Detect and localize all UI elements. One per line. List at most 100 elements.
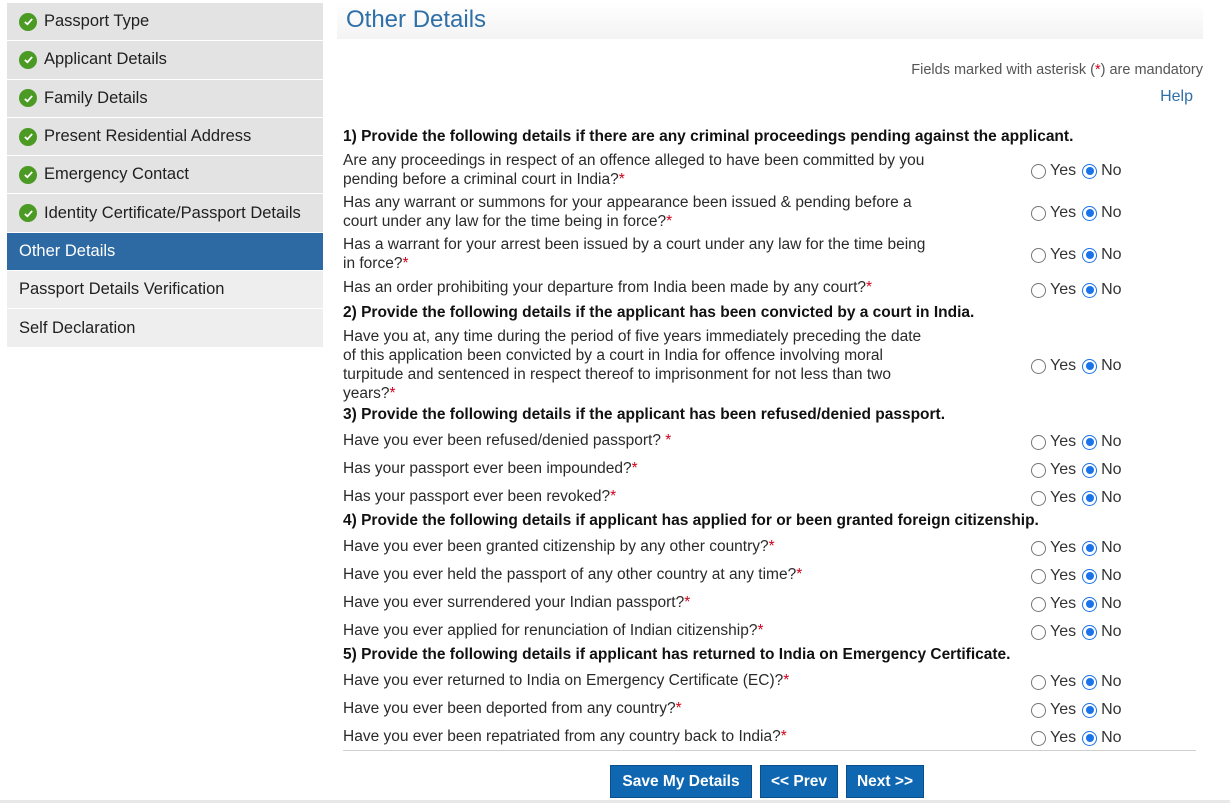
option-label: Yes <box>1050 729 1077 746</box>
radio-yes[interactable] <box>1031 163 1046 179</box>
option-no[interactable]: No <box>1082 489 1122 507</box>
option-yes[interactable]: Yes <box>1031 204 1076 222</box>
radio-no-selected[interactable] <box>1082 624 1098 640</box>
radio-no-selected[interactable] <box>1082 462 1098 478</box>
sidebar-item-label: Present Residential Address <box>44 127 252 146</box>
radio-yes[interactable] <box>1031 490 1046 506</box>
option-no[interactable]: No <box>1082 729 1122 747</box>
sidebar-item-self-declaration[interactable]: Self Declaration <box>7 309 323 348</box>
option-yes[interactable]: Yes <box>1031 729 1076 747</box>
option-yes[interactable]: Yes <box>1031 701 1076 719</box>
question-renunciation: Have you ever applied for renunciation o… <box>343 621 963 640</box>
radio-no-selected[interactable] <box>1082 358 1098 374</box>
option-no[interactable]: No <box>1082 461 1122 479</box>
option-label: No <box>1101 281 1122 298</box>
option-yes[interactable]: Yes <box>1031 489 1076 507</box>
radio-yes[interactable] <box>1031 247 1046 263</box>
title-bar: Other Details <box>337 3 1203 39</box>
question-text: Has your passport ever been impounded? <box>343 460 632 477</box>
option-no[interactable]: No <box>1082 673 1122 691</box>
sidebar-item-family-details[interactable]: Family Details <box>7 79 323 118</box>
option-label: Yes <box>1050 539 1077 556</box>
option-no[interactable]: No <box>1082 595 1122 613</box>
radio-no-selected[interactable] <box>1082 568 1098 584</box>
next-button[interactable]: Next >> <box>846 765 924 798</box>
option-yes[interactable]: Yes <box>1031 567 1076 585</box>
question-granted-citizenship: Have you ever been granted citizenship b… <box>343 537 963 556</box>
radio-no-selected[interactable] <box>1082 282 1098 298</box>
radio-yes[interactable] <box>1031 730 1046 746</box>
radio-no-selected[interactable] <box>1082 702 1098 718</box>
radio-no-selected[interactable] <box>1082 205 1098 221</box>
option-yes[interactable]: Yes <box>1031 623 1076 641</box>
mandatory-note-suffix: ) are mandatory <box>1100 62 1203 78</box>
sidebar-item-label: Passport Type <box>44 12 150 31</box>
required-star: * <box>631 460 638 477</box>
radio-yes[interactable] <box>1031 702 1046 718</box>
sidebar-item-applicant-details[interactable]: Applicant Details <box>7 41 323 80</box>
option-no[interactable]: No <box>1082 567 1122 585</box>
sidebar-item-label: Other Details <box>19 241 116 260</box>
mandatory-note-prefix: Fields marked with asterisk ( <box>911 62 1095 78</box>
option-yes[interactable]: Yes <box>1031 539 1076 557</box>
sidebar-item-passport-details-verification[interactable]: Passport Details Verification <box>7 271 323 310</box>
radio-no-selected[interactable] <box>1082 163 1098 179</box>
radio-no-selected[interactable] <box>1082 540 1098 556</box>
option-no[interactable]: No <box>1082 433 1122 451</box>
radio-yes[interactable] <box>1031 624 1046 640</box>
option-no[interactable]: No <box>1082 623 1122 641</box>
required-star: * <box>768 538 775 555</box>
option-yes[interactable]: Yes <box>1031 357 1076 375</box>
radio-yes[interactable] <box>1031 540 1046 556</box>
question-surrendered-passport: Have you ever surrendered your Indian pa… <box>343 593 963 612</box>
radio-no-selected[interactable] <box>1082 434 1098 450</box>
sidebar-item-present-residential-address[interactable]: Present Residential Address <box>7 117 323 157</box>
radio-yes[interactable] <box>1031 568 1046 584</box>
option-yes[interactable]: Yes <box>1031 595 1076 613</box>
sidebar-item-emergency-contact[interactable]: Emergency Contact <box>7 156 323 195</box>
required-star: * <box>665 432 672 449</box>
radio-yes[interactable] <box>1031 358 1046 374</box>
option-no[interactable]: No <box>1082 701 1122 719</box>
required-star: * <box>402 255 409 272</box>
radio-yes[interactable] <box>1031 205 1046 221</box>
question-text: years? <box>343 385 390 402</box>
radio-no-selected[interactable] <box>1082 730 1098 746</box>
option-no[interactable]: No <box>1082 204 1122 222</box>
option-no[interactable]: No <box>1082 246 1122 264</box>
option-yes[interactable]: Yes <box>1031 433 1076 451</box>
option-label: Yes <box>1050 461 1077 478</box>
answer-group: Yes No <box>1031 595 1128 613</box>
radio-yes[interactable] <box>1031 434 1046 450</box>
radio-no-selected[interactable] <box>1082 596 1098 612</box>
radio-yes[interactable] <box>1031 596 1046 612</box>
help-link[interactable]: Help <box>1160 88 1193 106</box>
save-my-details-button[interactable]: Save My Details <box>610 765 752 798</box>
sidebar-item-identity-certificate[interactable]: Identity Certificate/Passport Details <box>7 194 323 233</box>
option-no[interactable]: No <box>1082 162 1122 180</box>
option-yes[interactable]: Yes <box>1031 281 1076 299</box>
question-text: court under any law for the time being i… <box>343 213 667 230</box>
radio-no-selected[interactable] <box>1082 674 1098 690</box>
prev-button[interactable]: << Prev <box>760 765 838 798</box>
radio-yes[interactable] <box>1031 462 1046 478</box>
option-no[interactable]: No <box>1082 281 1122 299</box>
radio-no-selected[interactable] <box>1082 247 1098 263</box>
radio-no-selected[interactable] <box>1082 490 1098 506</box>
option-no[interactable]: No <box>1082 539 1122 557</box>
sidebar-item-passport-type[interactable]: Passport Type <box>7 3 323 42</box>
sidebar-item-other-details[interactable]: Other Details <box>7 232 323 272</box>
answer-group: Yes No <box>1031 204 1128 222</box>
option-yes[interactable]: Yes <box>1031 461 1076 479</box>
required-star: * <box>796 566 803 583</box>
option-yes[interactable]: Yes <box>1031 246 1076 264</box>
radio-yes[interactable] <box>1031 674 1046 690</box>
question-departure-prohibited: Has an order prohibiting your departure … <box>343 278 963 297</box>
option-yes[interactable]: Yes <box>1031 162 1076 180</box>
question-text: Are any proceedings in respect of an off… <box>343 152 925 169</box>
sidebar-item-label: Applicant Details <box>44 50 167 69</box>
option-yes[interactable]: Yes <box>1031 673 1076 691</box>
radio-yes[interactable] <box>1031 282 1046 298</box>
option-label: Yes <box>1050 357 1077 374</box>
option-no[interactable]: No <box>1082 357 1122 375</box>
